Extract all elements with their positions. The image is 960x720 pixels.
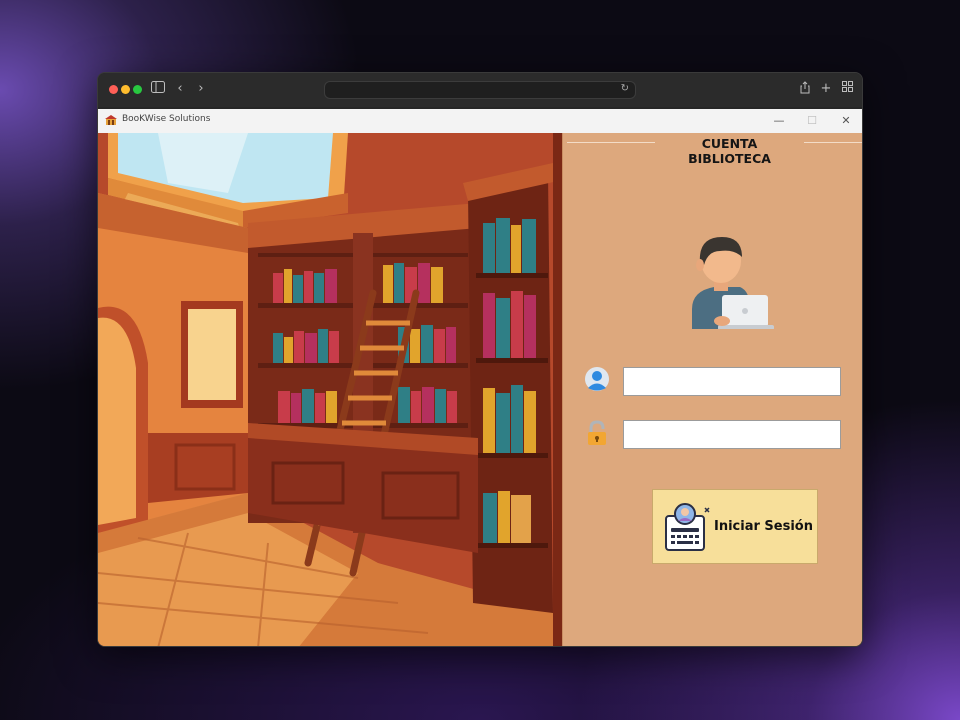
password-input[interactable] xyxy=(623,420,841,449)
login-keyboard-icon xyxy=(665,503,710,551)
minimize-window-dot[interactable] xyxy=(121,85,130,94)
login-button[interactable]: Iniciar Sesión xyxy=(652,489,818,564)
user-icon xyxy=(585,367,609,391)
panel-title: CUENTA BIBLIOTECA xyxy=(655,136,804,166)
tab-overview-icon[interactable] xyxy=(839,81,855,97)
address-bar[interactable]: ↻ xyxy=(324,81,636,99)
minimize-button[interactable]: — xyxy=(769,112,789,130)
username-input[interactable] xyxy=(623,367,841,396)
library-illustration xyxy=(98,133,562,646)
user-with-laptop-icon xyxy=(692,237,774,329)
reload-icon[interactable]: ↻ xyxy=(621,83,629,94)
sidebar-icon[interactable] xyxy=(150,81,166,97)
app-window: BooKWise Solutions — ☐ ✕ CUENTA BIBLIOTE… xyxy=(98,109,862,646)
app-titlebar: BooKWise Solutions — ☐ ✕ xyxy=(98,109,862,134)
share-icon[interactable] xyxy=(797,81,813,97)
app-logo-icon xyxy=(105,115,117,125)
app-title: BooKWise Solutions xyxy=(122,114,211,124)
maximize-button[interactable]: ☐ xyxy=(802,112,822,130)
lock-icon xyxy=(588,420,606,445)
close-window-dot[interactable] xyxy=(109,85,118,94)
browser-toolbar: ‹ › ↻ + xyxy=(98,73,862,107)
back-icon[interactable]: ‹ xyxy=(172,81,188,97)
zoom-window-dot[interactable] xyxy=(133,85,142,94)
login-button-label: Iniciar Sesión xyxy=(714,519,813,534)
new-tab-icon[interactable]: + xyxy=(818,81,834,97)
forward-icon[interactable]: › xyxy=(193,81,209,97)
browser-window: ‹ › ↻ + BooKWise Solutions — ☐ ✕ CUENTA … xyxy=(97,72,863,647)
close-button[interactable]: ✕ xyxy=(836,112,856,130)
login-panel: CUENTA BIBLIOTECA Iniciar Sesión xyxy=(562,133,862,646)
